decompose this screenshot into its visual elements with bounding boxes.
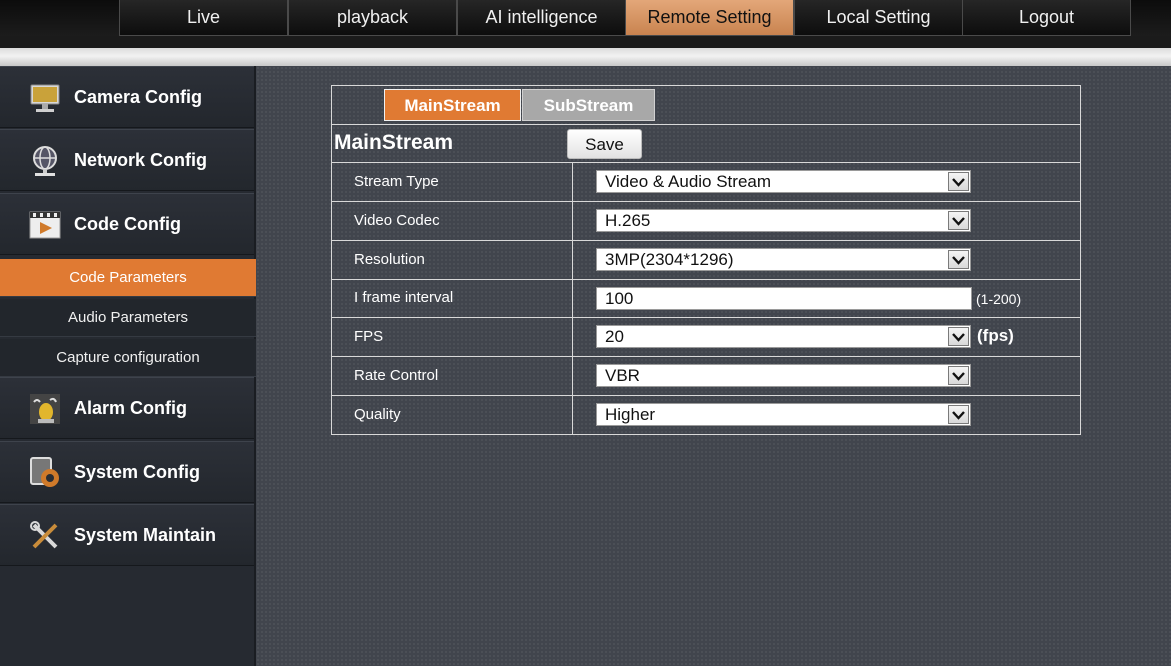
rate-control-value: VBR (605, 366, 640, 385)
divider (331, 317, 1081, 318)
sidebar-item-label: System Maintain (74, 525, 217, 545)
sidebar-item-label: Code Config (74, 214, 181, 234)
tab-mainstream[interactable]: MainStream (384, 89, 521, 121)
chevron-down-icon[interactable] (948, 250, 969, 269)
i-frame-interval-input[interactable]: 100 (596, 287, 972, 310)
sidebar-subitem-code-parameters[interactable]: Code Parameters (0, 259, 256, 297)
top-nav-bar: Live playback AI intelligence Remote Set… (0, 0, 1171, 36)
nav-tab-ai-intelligence[interactable]: AI intelligence (457, 0, 626, 36)
sidebar-item-network-config[interactable]: Network Config (0, 129, 254, 191)
stream-type-value: Video & Audio Stream (605, 172, 772, 191)
alarm-siren-icon (28, 392, 62, 426)
video-codec-value: H.265 (605, 211, 651, 230)
fps-unit-hint: (fps) (977, 326, 1014, 345)
divider (331, 279, 1081, 280)
section-title: MainStream (334, 131, 454, 154)
divider (331, 201, 1081, 202)
divider (331, 395, 1081, 396)
sidebar-item-system-maintain[interactable]: System Maintain (0, 504, 254, 566)
divider (331, 356, 1081, 357)
stream-type-select[interactable]: Video & Audio Stream (596, 170, 971, 193)
chevron-down-icon[interactable] (948, 211, 969, 230)
quality-select[interactable]: Higher (596, 403, 971, 426)
chevron-down-icon[interactable] (948, 366, 969, 385)
film-play-icon (28, 208, 62, 242)
divider (331, 124, 1081, 125)
fps-label: FPS (354, 328, 384, 345)
sidebar-subitem-capture-configuration[interactable]: Capture configuration (0, 339, 256, 377)
sidebar: Camera Config Network Config Code Config… (0, 66, 256, 666)
divider (331, 162, 1081, 163)
fps-value: 20 (605, 327, 624, 346)
rate-control-label: Rate Control (354, 367, 439, 384)
resolution-value: 3MP(2304*1296) (605, 250, 734, 269)
nav-tab-remote-setting[interactable]: Remote Setting (625, 0, 794, 36)
divider (331, 240, 1081, 241)
nav-tab-logout[interactable]: Logout (962, 0, 1131, 36)
sidebar-item-label: Camera Config (74, 87, 203, 107)
monitor-icon (28, 81, 62, 115)
video-codec-select[interactable]: H.265 (596, 209, 971, 232)
header-divider-strip (0, 36, 1171, 66)
video-codec-label: Video Codec (354, 212, 440, 229)
resolution-select[interactable]: 3MP(2304*1296) (596, 248, 971, 271)
tab-substream[interactable]: SubStream (522, 89, 655, 121)
rate-control-select[interactable]: VBR (596, 364, 971, 387)
i-frame-interval-range-hint: (1-200) (976, 291, 1022, 307)
quality-label: Quality (354, 406, 401, 423)
chevron-down-icon[interactable] (948, 327, 969, 346)
nav-tab-playback[interactable]: playback (288, 0, 457, 36)
sidebar-item-label: Network Config (74, 150, 207, 170)
globe-network-icon (28, 144, 62, 178)
tools-icon (28, 519, 62, 553)
sidebar-subitem-audio-parameters[interactable]: Audio Parameters (0, 299, 256, 337)
chevron-down-icon[interactable] (948, 172, 969, 191)
chevron-down-icon[interactable] (948, 405, 969, 424)
resolution-label: Resolution (354, 251, 425, 268)
sidebar-item-camera-config[interactable]: Camera Config (0, 66, 254, 128)
fps-select[interactable]: 20 (596, 325, 971, 348)
nav-tab-live[interactable]: Live (119, 0, 288, 36)
i-frame-interval-label: I frame interval (354, 289, 454, 306)
save-button[interactable]: Save (567, 129, 642, 159)
nav-tab-local-setting[interactable]: Local Setting (794, 0, 963, 36)
quality-value: Higher (605, 405, 656, 424)
sidebar-item-label: System Config (74, 462, 201, 482)
stream-type-label: Stream Type (354, 173, 439, 190)
sidebar-item-system-config[interactable]: System Config (0, 441, 254, 503)
sidebar-item-label: Alarm Config (74, 398, 188, 418)
sidebar-item-alarm-config[interactable]: Alarm Config (0, 377, 254, 439)
gear-document-icon (28, 456, 62, 490)
sidebar-item-code-config[interactable]: Code Config (0, 193, 254, 255)
